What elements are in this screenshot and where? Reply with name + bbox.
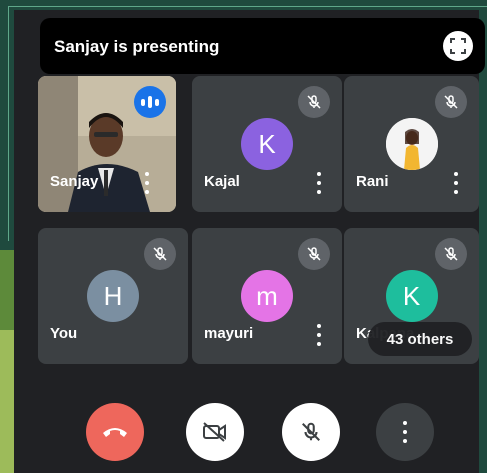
mic-off-badge	[144, 238, 176, 270]
menu-dot	[317, 172, 321, 176]
participant-name: Sanjay	[50, 173, 99, 190]
more-vert-icon	[402, 421, 408, 443]
menu-dot	[317, 333, 321, 337]
participant-tile-sanjay[interactable]: Sanjay	[38, 76, 176, 212]
more-options-button[interactable]	[316, 172, 322, 194]
menu-dot	[317, 181, 321, 185]
presenting-label: Sanjay is presenting	[54, 37, 220, 56]
avatar: K	[241, 118, 293, 170]
avatar: K	[385, 270, 438, 322]
profile-photo	[385, 118, 438, 170]
mic-off-badge	[298, 86, 330, 118]
participant-tile-you[interactable]: H You	[38, 228, 188, 364]
phone-end-icon	[103, 428, 127, 437]
mic-off-badge	[435, 86, 467, 118]
mic-off-icon	[444, 95, 458, 109]
menu-dot	[145, 190, 149, 194]
speaking-bar	[155, 98, 159, 106]
participant-tile-kajal[interactable]: K Kajal	[192, 76, 342, 212]
more-options-button[interactable]	[144, 172, 150, 194]
mic-off-icon	[307, 247, 321, 261]
participant-name: Rani	[356, 173, 389, 190]
mic-toggle-button[interactable]	[282, 403, 340, 461]
mic-off-icon	[302, 422, 320, 441]
avatar: m	[241, 270, 293, 322]
others-button[interactable]: 43 others	[368, 322, 472, 356]
menu-dot	[403, 439, 407, 443]
menu-dot	[317, 190, 321, 194]
participant-tile-mayuri[interactable]: m mayuri	[192, 228, 342, 364]
menu-dot	[145, 172, 149, 176]
fullscreen-button[interactable]	[443, 31, 473, 61]
more-options-button[interactable]	[316, 324, 322, 346]
menu-dot	[454, 172, 458, 176]
menu-dot	[454, 190, 458, 194]
avatar: H	[87, 270, 139, 322]
menu-dot	[454, 181, 458, 185]
mic-off-icon	[444, 247, 458, 261]
more-options-button[interactable]	[453, 172, 459, 194]
speaking-bar	[148, 96, 152, 108]
avatar-photo	[385, 118, 438, 170]
mic-off-icon	[153, 247, 167, 261]
presentation-banner[interactable]: Sanjay is presenting	[40, 18, 485, 74]
mic-off-icon	[307, 95, 321, 109]
menu-dot	[317, 324, 321, 328]
video-off-icon	[203, 422, 226, 442]
camera-toggle-button[interactable]	[186, 403, 244, 461]
participant-tile-rani[interactable]: Rani	[344, 76, 479, 212]
meeting-screen: Sanjay is presenting Sanjay K Kajal Rani…	[14, 10, 485, 473]
menu-dot	[145, 181, 149, 185]
mic-off-badge	[435, 238, 467, 270]
menu-dot	[317, 342, 321, 346]
participant-name: mayuri	[204, 325, 254, 342]
end-call-button[interactable]	[86, 403, 144, 461]
fullscreen-icon	[450, 38, 466, 54]
speaking-bar	[141, 98, 145, 106]
participant-name: Kajal	[204, 173, 240, 190]
more-options-control[interactable]	[376, 403, 434, 461]
speaking-indicator	[134, 86, 166, 118]
participant-name: You	[50, 325, 78, 342]
menu-dot	[403, 421, 407, 425]
menu-dot	[403, 430, 407, 434]
mic-off-badge	[298, 238, 330, 270]
